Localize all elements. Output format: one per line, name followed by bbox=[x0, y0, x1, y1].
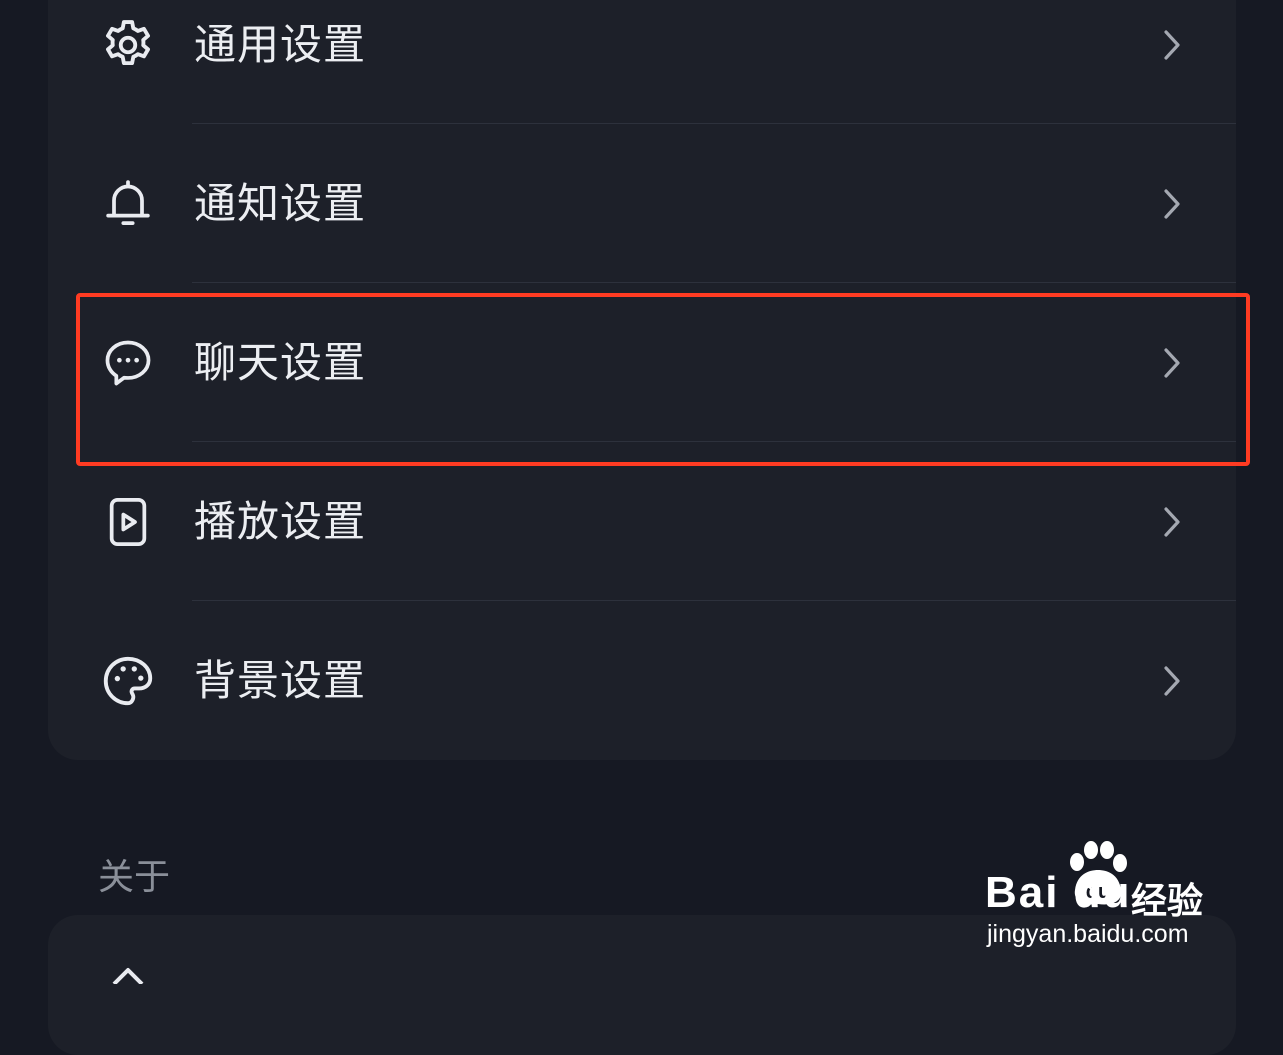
watermark: du Bai du 经验 jingyan.baidu.com bbox=[985, 838, 1225, 958]
settings-item-label: 播放设置 bbox=[194, 496, 367, 546]
chevron-right-icon bbox=[1152, 502, 1192, 542]
chevron-right-icon bbox=[1152, 184, 1192, 224]
settings-item-background[interactable]: 背景设置 bbox=[48, 601, 1236, 760]
play-icon bbox=[98, 492, 158, 552]
palette-icon bbox=[98, 651, 158, 711]
settings-item-general[interactable]: 通用设置 bbox=[48, 0, 1236, 124]
bell-icon bbox=[98, 174, 158, 234]
chevron-right-icon bbox=[1152, 25, 1192, 65]
settings-item-label: 通知设置 bbox=[194, 178, 367, 228]
partial-icon bbox=[108, 964, 148, 986]
gear-icon bbox=[98, 15, 158, 75]
chevron-right-icon bbox=[1152, 661, 1192, 701]
section-title-about: 关于 bbox=[98, 857, 171, 898]
settings-item-label: 背景设置 bbox=[194, 655, 367, 705]
watermark-brand: Bai du bbox=[985, 868, 1132, 917]
settings-item-label: 通用设置 bbox=[194, 19, 367, 69]
watermark-brand-cn: 经验 bbox=[1131, 881, 1204, 922]
settings-item-notification[interactable]: 通知设置 bbox=[48, 124, 1236, 283]
watermark-url: jingyan.baidu.com bbox=[987, 920, 1189, 948]
highlight-box bbox=[76, 293, 1250, 466]
